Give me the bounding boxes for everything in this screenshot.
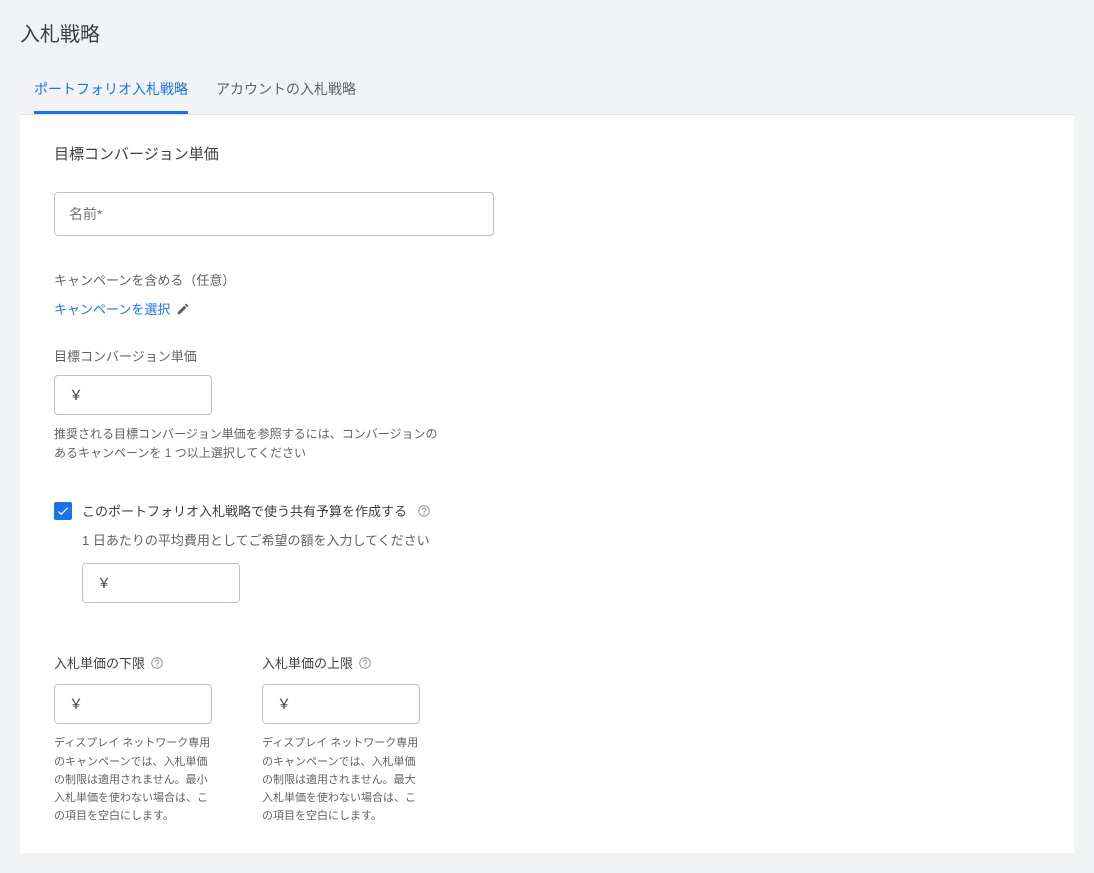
shared-budget-checkbox-row: このポートフォリオ入札戦略で使う共有予算を作成する xyxy=(54,501,1040,520)
daily-avg-input-wrapper: ￥ xyxy=(82,563,240,603)
campaign-select-link[interactable]: キャンペーンを選択 xyxy=(54,299,170,318)
target-cpa-block: 目標コンバージョン単価 ￥ 推奨される目標コンバージョン単価を参照するには、コン… xyxy=(54,346,1040,463)
help-icon[interactable] xyxy=(358,656,372,670)
min-bid-col: 入札単価の下限 ￥ ディスプレイ ネットワーク専用のキャンペーンでは、入札単価の… xyxy=(54,653,212,825)
max-bid-label-text: 入札単価の上限 xyxy=(262,653,353,672)
tabs: ポートフォリオ入札戦略 アカウントの入札戦略 xyxy=(20,67,1074,114)
currency-symbol: ￥ xyxy=(69,694,83,714)
page-header: 入札戦略 ポートフォリオ入札戦略 アカウントの入札戦略 xyxy=(0,0,1094,114)
help-icon[interactable] xyxy=(150,656,164,670)
max-bid-input-wrapper: ￥ xyxy=(262,684,420,724)
max-bid-col: 入札単価の上限 ￥ ディスプレイ ネットワーク専用のキャンペーンでは、入札単価の… xyxy=(262,653,420,825)
currency-symbol: ￥ xyxy=(69,385,83,405)
daily-budget-block: 1 日あたりの平均費用としてご希望の額を入力してください ￥ xyxy=(82,530,1040,603)
max-bid-help-text: ディスプレイ ネットワーク専用のキャンペーンでは、入札単価の制限は適用されません… xyxy=(262,734,420,825)
help-icon[interactable] xyxy=(417,504,431,518)
target-cpa-input-wrapper: ￥ xyxy=(54,375,212,415)
max-bid-label: 入札単価の上限 xyxy=(262,653,420,672)
section-title: 目標コンバージョン単価 xyxy=(54,143,1040,164)
name-input[interactable] xyxy=(54,192,494,236)
target-cpa-input[interactable] xyxy=(89,387,197,403)
campaign-include-block: キャンペーンを含める（任意） キャンペーンを選択 xyxy=(54,270,1040,318)
target-cpa-label: 目標コンバージョン単価 xyxy=(54,346,1040,365)
min-bid-label-text: 入札単価の下限 xyxy=(54,653,145,672)
currency-symbol: ￥ xyxy=(277,694,291,714)
tab-portfolio-bidding[interactable]: ポートフォリオ入札戦略 xyxy=(34,67,188,114)
daily-avg-label: 1 日あたりの平均費用としてご希望の額を入力してください xyxy=(82,530,1040,549)
currency-symbol: ￥ xyxy=(97,573,111,593)
daily-avg-input[interactable] xyxy=(117,575,225,591)
min-bid-input[interactable] xyxy=(89,696,197,712)
bid-limits-row: 入札単価の下限 ￥ ディスプレイ ネットワーク専用のキャンペーンでは、入札単価の… xyxy=(54,653,1040,825)
check-icon xyxy=(56,504,70,518)
max-bid-input[interactable] xyxy=(297,696,405,712)
shared-budget-checkbox[interactable] xyxy=(54,502,72,520)
name-field-block xyxy=(54,192,1040,236)
content-panel: 目標コンバージョン単価 キャンペーンを含める（任意） キャンペーンを選択 目標コ… xyxy=(20,114,1074,853)
min-bid-help-text: ディスプレイ ネットワーク専用のキャンペーンでは、入札単価の制限は適用されません… xyxy=(54,734,212,825)
shared-budget-checkbox-label: このポートフォリオ入札戦略で使う共有予算を作成する xyxy=(82,501,407,520)
min-bid-label: 入札単価の下限 xyxy=(54,653,212,672)
min-bid-input-wrapper: ￥ xyxy=(54,684,212,724)
campaign-select-row: キャンペーンを選択 xyxy=(54,299,1040,318)
page-title: 入札戦略 xyxy=(20,18,1074,47)
campaign-include-label: キャンペーンを含める（任意） xyxy=(54,270,1040,289)
target-cpa-help-text: 推奨される目標コンバージョン単価を参照するには、コンバージョンのあるキャンペーン… xyxy=(54,425,444,463)
pencil-icon[interactable] xyxy=(176,302,190,316)
tab-account-bidding[interactable]: アカウントの入札戦略 xyxy=(216,67,356,114)
